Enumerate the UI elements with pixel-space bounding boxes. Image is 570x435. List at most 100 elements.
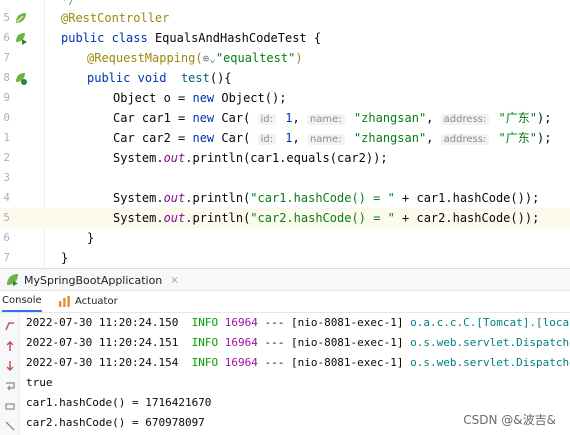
stdout-line: true — [26, 376, 53, 389]
code-text: public class EqualsAndHashCodeTest { — [61, 28, 321, 48]
stdout-line: car1.hashCode() = 1716421670 — [26, 396, 212, 409]
annotation: @RestController — [61, 11, 170, 25]
code-editor[interactable]: */ 5 @RestController 6 public class Equa… — [0, 0, 570, 268]
tab-actuator-label: Actuator — [75, 296, 118, 307]
restart-icon[interactable] — [4, 320, 16, 332]
log-pid: 16964 — [224, 316, 258, 329]
tab-actuator[interactable]: Actuator — [58, 291, 118, 312]
code-text: System.out.println(car1.equals(car2)); — [113, 148, 388, 168]
annotation: ) — [295, 51, 303, 65]
globe-icon[interactable]: ⊕⌄ — [203, 52, 216, 65]
spring-bean-icon[interactable] — [14, 11, 28, 25]
code-line: 1 Car car2 = new Car( id: 1, name: "zhan… — [0, 128, 570, 148]
code-text: System.out.println("car2.hashCode() = " … — [113, 208, 539, 228]
spring-run-icon[interactable] — [14, 31, 28, 45]
close-icon[interactable]: × — [170, 275, 178, 286]
scroll-up-icon[interactable] — [4, 340, 16, 352]
code-text: } — [61, 248, 68, 268]
code-segment: Car car2 = — [113, 131, 193, 145]
run-config-label: MySpringBootApplication — [24, 273, 163, 287]
log-line: 2022-07-30 11:20:24.154 INFO 16964 --- [… — [26, 353, 570, 373]
code-segment: System. — [113, 191, 164, 205]
code-segment: .println( — [185, 191, 251, 205]
line-number: 5 — [3, 211, 10, 224]
param-hint: address: — [440, 134, 490, 145]
string-literal: "广东" — [498, 131, 537, 145]
param-hint: id: — [257, 114, 277, 125]
comment-end: */ — [61, 0, 76, 7]
comma: , — [292, 131, 307, 145]
class-name: EqualsAndHashCodeTest { — [147, 31, 322, 45]
log-thread: [nio-8081-exec-1] — [290, 356, 404, 369]
tab-console-label: Console — [2, 295, 42, 306]
spring-boot-icon — [7, 274, 18, 286]
code-line: 9 Object o = new Object(); — [0, 88, 570, 108]
keyword: public — [61, 31, 105, 45]
soft-wrap-icon[interactable] — [4, 380, 16, 392]
annotation: @RequestMapping( — [87, 51, 203, 65]
stdout-line: car2.hashCode() = 670978097 — [26, 416, 205, 429]
line-number: 2 — [3, 151, 10, 164]
scroll-down-icon[interactable] — [4, 360, 16, 372]
static-field: out — [163, 151, 186, 165]
brace: } — [61, 251, 69, 265]
code-segment: Car car1 = — [113, 111, 193, 125]
code-line: 6 public class EqualsAndHashCodeTest { — [0, 28, 570, 48]
code-segment: System. — [113, 211, 164, 225]
keyword: class — [111, 31, 148, 45]
keyword: void — [137, 71, 167, 85]
line-number: 3 — [3, 171, 10, 184]
string-literal: "zhangsan" — [353, 111, 427, 125]
code-segment: .println( — [185, 211, 251, 225]
code-line: 2 System.out.println(car1.equals(car2)); — [0, 148, 570, 168]
line-number: 1 — [3, 131, 10, 144]
tab-console[interactable]: Console — [2, 291, 42, 312]
param-hint: name: — [306, 134, 345, 145]
static-field: out — [163, 191, 186, 205]
code-text: System.out.println("car1.hashCode() = " … — [113, 188, 539, 208]
code-line: 3 — [0, 168, 570, 188]
line-number: 7 — [3, 51, 10, 64]
code-segment: System. — [113, 151, 164, 165]
comma: , — [292, 111, 307, 125]
keyword: new — [192, 131, 215, 145]
log-line: 2022-07-30 11:20:24.151 INFO 16964 --- [… — [26, 333, 570, 353]
comma: , — [426, 111, 441, 125]
clear-icon[interactable] — [4, 420, 16, 432]
code-segment: + car1.hashCode()); — [394, 191, 540, 205]
param-hint: name: — [306, 114, 345, 125]
line-number: 9 — [3, 91, 10, 104]
code-text: @RestController — [61, 8, 169, 28]
code-segment: Car( — [214, 131, 258, 145]
code-segment: + car2.hashCode()); — [394, 211, 540, 225]
string-literal: "zhangsan" — [353, 131, 427, 145]
log-pid: 16964 — [224, 336, 258, 349]
log-level: INFO — [191, 336, 219, 349]
code-segment: Object o = — [113, 91, 193, 105]
code-text: Car car1 = new Car( id: 1, name: "zhangs… — [113, 108, 551, 130]
keyword: new — [192, 91, 215, 105]
code-text: Object o = new Object(); — [113, 88, 286, 108]
code-line-current: 5 System.out.println("car2.hashCode() = … — [0, 208, 570, 228]
log-level: INFO — [191, 316, 219, 329]
run-tool-window-bar: MySpringBootApplication × — [0, 268, 570, 291]
log-timestamp: 2022-07-30 11:20:24.154 — [26, 356, 179, 369]
log-logger: o.s.web.servlet.DispatcherServlet — [410, 336, 570, 349]
code-line: 4 System.out.println("car1.hashCode() = … — [0, 188, 570, 208]
print-icon[interactable] — [4, 400, 16, 412]
keyword: new — [192, 111, 215, 125]
line-number: 0 — [3, 111, 10, 124]
code-line: 8 public void test(){ — [0, 68, 570, 88]
spring-endpoint-icon[interactable] — [14, 71, 28, 85]
log-line: 2022-07-30 11:20:24.150 INFO 16964 --- [… — [26, 313, 570, 333]
run-config-tab[interactable]: MySpringBootApplication × — [6, 269, 179, 291]
line-number: 6 — [3, 231, 10, 244]
code-text: public void test(){ — [87, 68, 232, 88]
log-timestamp: 2022-07-30 11:20:24.151 — [26, 336, 179, 349]
string-literal: "equaltest" — [215, 51, 296, 65]
